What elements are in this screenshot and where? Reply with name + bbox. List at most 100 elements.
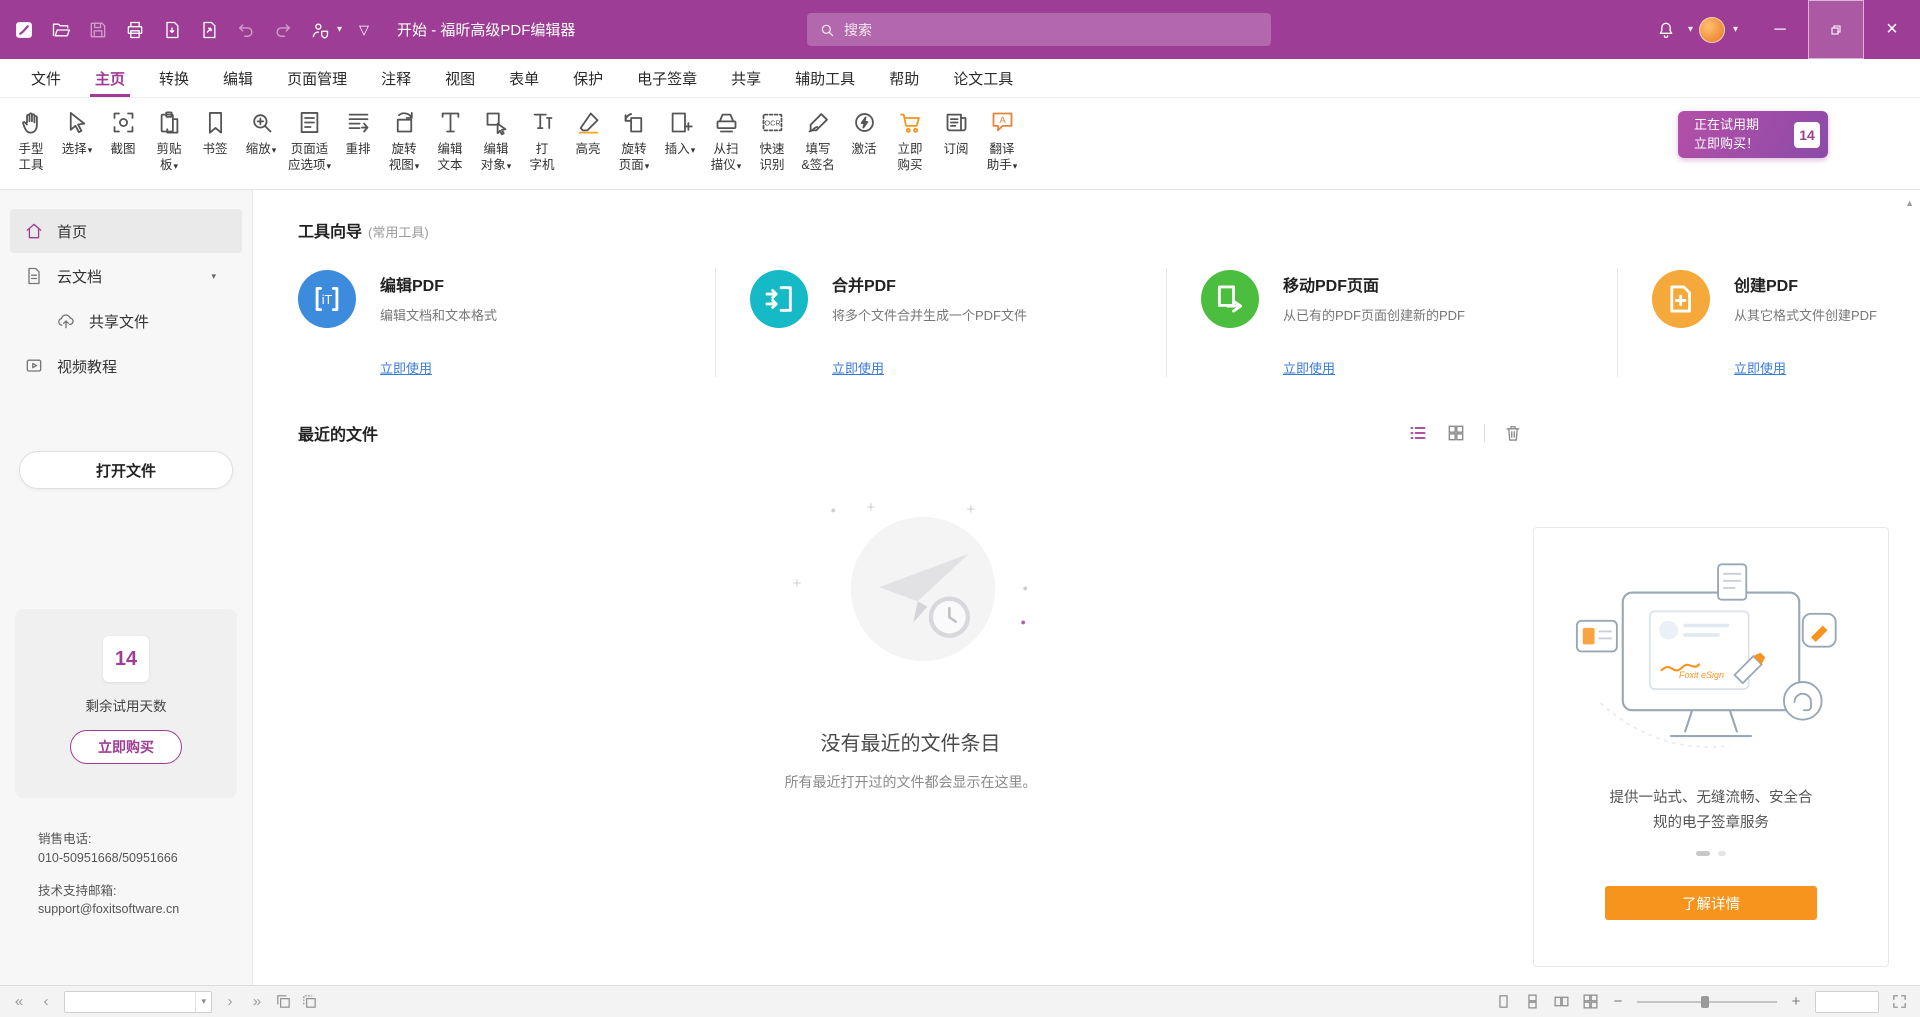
subscribe-button[interactable]: 订阅: [933, 106, 979, 160]
zoom-level-input[interactable]: [1816, 992, 1878, 1012]
restore-button[interactable]: [1808, 0, 1864, 59]
menu-item-file[interactable]: 文件: [14, 59, 78, 97]
menu-item-help[interactable]: 帮助: [872, 59, 936, 97]
continuous-view-icon[interactable]: [1524, 993, 1541, 1010]
highlight-button[interactable]: 高亮: [565, 106, 611, 160]
reflow-button[interactable]: 重排: [335, 106, 381, 160]
use-now-link[interactable]: 立即使用: [1734, 358, 1786, 377]
export-pdf-icon[interactable]: [162, 20, 182, 40]
sidebar-item-video-tutorials[interactable]: 视频教程: [10, 344, 242, 388]
last-page-button[interactable]: »: [248, 993, 266, 1010]
search-bar[interactable]: [807, 13, 1271, 46]
zoom-level-box[interactable]: [1815, 991, 1879, 1013]
carousel-dot[interactable]: [1718, 851, 1726, 856]
use-now-link[interactable]: 立即使用: [832, 358, 884, 377]
snapshot-button[interactable]: 截图: [100, 106, 146, 160]
menu-item-protect[interactable]: 保护: [556, 59, 620, 97]
menu-item-form[interactable]: 表单: [492, 59, 556, 97]
select-button[interactable]: 选择▾: [54, 106, 100, 160]
protect-account-icon[interactable]: [310, 20, 330, 40]
save-icon[interactable]: [88, 20, 108, 40]
sidebar-item-home[interactable]: 首页: [10, 209, 242, 253]
scanner-button[interactable]: 从扫 描仪▾: [703, 106, 749, 177]
zoom-tools-button[interactable]: 缩放▾: [238, 106, 284, 160]
select-icon: [64, 109, 91, 136]
zoom-slider-thumb[interactable]: [1701, 996, 1709, 1008]
user-avatar[interactable]: [1699, 17, 1725, 43]
print-icon[interactable]: [125, 20, 145, 40]
menu-item-accessibility[interactable]: 辅助工具: [778, 59, 872, 97]
edit-text-button[interactable]: 编辑 文本: [427, 106, 473, 177]
esign-promo-card: Foxit eSign 提供一站式、无缝流畅、安全合 规的电子签章服务 了解详情: [1533, 527, 1889, 967]
first-page-button[interactable]: «: [10, 993, 28, 1010]
zoom-out-button[interactable]: −: [1611, 993, 1625, 1010]
zoom-slider[interactable]: [1637, 995, 1777, 1009]
support-email-link[interactable]: support@foxitsoftware.cn: [38, 902, 179, 916]
page-number-combo[interactable]: ▾: [64, 991, 212, 1013]
use-now-link[interactable]: 立即使用: [1283, 358, 1335, 377]
next-page-button[interactable]: ›: [221, 993, 239, 1010]
trial-period-badge[interactable]: 正在试用期 立即购买！ 14: [1678, 111, 1828, 158]
single-page-view-icon[interactable]: [1495, 993, 1512, 1010]
move-pdf-icon: [1201, 270, 1259, 328]
insert-button[interactable]: 插入▾: [657, 106, 703, 160]
facing-view-icon[interactable]: [1553, 993, 1570, 1010]
learn-more-button[interactable]: 了解详情: [1605, 886, 1817, 920]
snapshot-pages-icon[interactable]: [275, 993, 292, 1010]
facing-continuous-view-icon[interactable]: [1582, 993, 1599, 1010]
minimize-button[interactable]: ─: [1752, 0, 1808, 59]
search-input[interactable]: [844, 22, 1259, 38]
typewriter-button[interactable]: 打 字机: [519, 106, 565, 177]
rotate-view-button[interactable]: 旋转 视图▾: [381, 106, 427, 177]
undo-icon[interactable]: [236, 20, 256, 40]
sidebar-item-shared-files[interactable]: 共享文件: [10, 299, 242, 343]
menu-item-paper-tools[interactable]: 论文工具: [936, 59, 1030, 97]
menu-item-share[interactable]: 共享: [714, 59, 778, 97]
sidebar-item-cloud-docs[interactable]: 云文档▾: [10, 254, 242, 298]
open-file-button[interactable]: 打开文件: [19, 451, 233, 489]
clipboard-button[interactable]: 剪贴 板▾: [146, 106, 192, 177]
ribbon-mode-toggle-icon[interactable]: ▽: [359, 22, 369, 38]
fullscreen-icon[interactable]: [1891, 993, 1908, 1010]
menu-item-view[interactable]: 视图: [428, 59, 492, 97]
notifications-bell-icon[interactable]: [1656, 20, 1676, 40]
clear-recent-trash-icon[interactable]: [1503, 423, 1523, 443]
page-number-input[interactable]: [65, 995, 194, 1009]
activate-button[interactable]: 激活: [841, 106, 887, 160]
cart-button[interactable]: 立即 购买: [887, 106, 933, 177]
create-from-file-icon[interactable]: [199, 20, 219, 40]
bookmark-button[interactable]: 书签: [192, 106, 238, 160]
ocr-button[interactable]: OCR快速 识别: [749, 106, 795, 177]
menu-item-page-manage[interactable]: 页面管理: [270, 59, 364, 97]
menu-item-comment[interactable]: 注释: [364, 59, 428, 97]
zoom-in-button[interactable]: +: [1789, 993, 1803, 1010]
menu-item-esign[interactable]: 电子签章: [620, 59, 714, 97]
menu-item-home[interactable]: 主页: [78, 59, 142, 97]
redo-icon[interactable]: [273, 20, 293, 40]
use-now-link[interactable]: 立即使用: [380, 358, 432, 377]
rotate-pages-button[interactable]: 旋转 页面▾: [611, 106, 657, 177]
carousel-dot-active[interactable]: [1696, 851, 1710, 856]
snapshot-pages-alt-icon[interactable]: [301, 993, 318, 1010]
chevron-down-icon[interactable]: ▾: [195, 992, 211, 1012]
tool-label: 截图: [110, 142, 135, 156]
menu-item-edit[interactable]: 编辑: [206, 59, 270, 97]
close-button[interactable]: ×: [1864, 0, 1920, 59]
edit-object-button[interactable]: 编辑 对象▾: [473, 106, 519, 177]
list-view-icon[interactable]: [1408, 423, 1428, 443]
scrollbar-up-arrow[interactable]: ▲: [1905, 198, 1914, 208]
foxit-logo-icon: [14, 20, 34, 40]
chevron-down-icon[interactable]: ▾: [337, 24, 342, 35]
menu-item-convert[interactable]: 转换: [142, 59, 206, 97]
translate-button[interactable]: A翻译 助手▾: [979, 106, 1025, 177]
buy-now-button[interactable]: 立即购买: [70, 730, 182, 764]
tool-label: 选择: [62, 142, 87, 156]
hand-tool-button[interactable]: 手型 工具: [8, 106, 54, 177]
open-folder-icon[interactable]: [51, 20, 71, 40]
fill-sign-button[interactable]: 填写 &签名: [795, 106, 841, 177]
previous-page-button[interactable]: ‹: [37, 993, 55, 1010]
grid-view-icon[interactable]: [1446, 423, 1466, 443]
chevron-down-icon[interactable]: ▾: [1688, 24, 1693, 35]
chevron-down-icon[interactable]: ▾: [1733, 24, 1738, 35]
fit-page-button[interactable]: 页面适 应选项▾: [284, 106, 335, 177]
